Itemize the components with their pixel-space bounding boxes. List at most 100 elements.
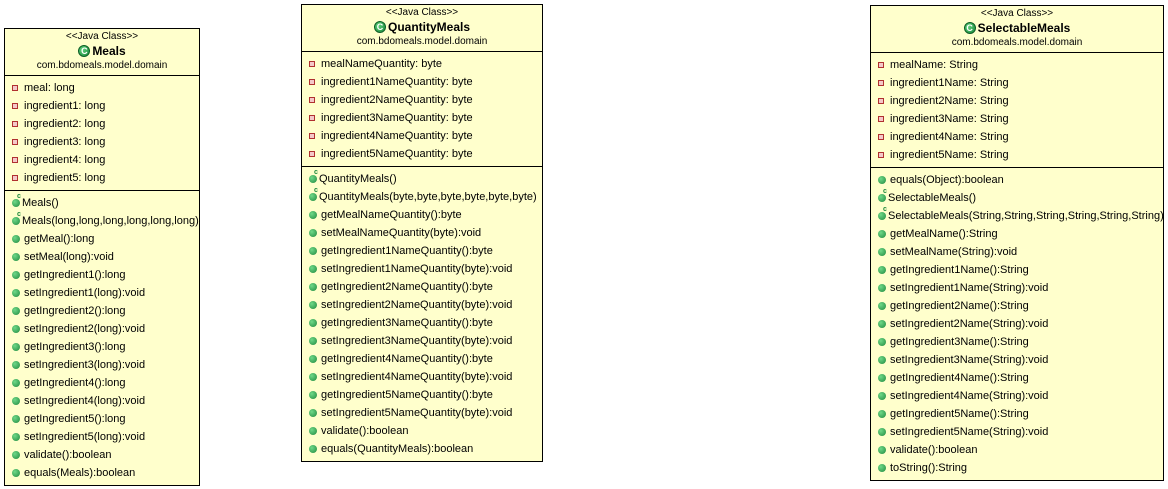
attribute-row[interactable]: ingredient2: long <box>12 115 199 133</box>
method-row[interactable]: equals(Object):boolean <box>878 171 1163 189</box>
private-field-icon <box>309 151 315 157</box>
method-row[interactable]: getIngredient3NameQuantity():byte <box>309 314 542 332</box>
private-field-icon <box>878 134 884 140</box>
method-row[interactable]: getIngredient3Name():String <box>878 333 1163 351</box>
method-row[interactable]: setIngredient3Name(String):void <box>878 351 1163 369</box>
method-row[interactable]: setIngredient2(long):void <box>12 320 199 338</box>
operation-text: equals(Object):boolean <box>890 174 1004 186</box>
public-method-icon <box>309 211 317 219</box>
class-selectable-meals[interactable]: <<Java Class>> C SelectableMeals com.bdo… <box>870 5 1164 481</box>
public-method-icon <box>309 229 317 237</box>
class-name: Meals <box>92 44 126 58</box>
method-row[interactable]: setIngredient5Name(String):void <box>878 423 1163 441</box>
attribute-row[interactable]: ingredient3: long <box>12 133 199 151</box>
method-row[interactable]: getIngredient1Name():String <box>878 261 1163 279</box>
constructor-row[interactable]: c Meals() <box>12 193 199 212</box>
constructor-mark-icon: c <box>883 188 887 195</box>
class-meals[interactable]: <<Java Class>> C Meals com.bdomeals.mode… <box>4 28 200 486</box>
method-row[interactable]: setIngredient4(long):void <box>12 392 199 410</box>
method-row[interactable]: getIngredient2Name():String <box>878 297 1163 315</box>
method-row[interactable]: getIngredient3():long <box>12 338 199 356</box>
method-row[interactable]: getIngredient4():long <box>12 374 199 392</box>
method-row[interactable]: getMealNameQuantity():byte <box>309 206 542 224</box>
method-row[interactable]: getIngredient1NameQuantity():byte <box>309 242 542 260</box>
method-row[interactable]: setMealNameQuantity(byte):void <box>309 224 542 242</box>
attribute-row[interactable]: ingredient3Name: String <box>878 110 1163 128</box>
method-row[interactable]: getIngredient1():long <box>12 266 199 284</box>
method-row[interactable]: getIngredient5Name():String <box>878 405 1163 423</box>
constructor-icon: c <box>12 193 21 207</box>
class-quantity-meals[interactable]: <<Java Class>> C QuantityMeals com.bdome… <box>301 4 543 462</box>
attribute-row[interactable]: ingredient1Name: String <box>878 74 1163 92</box>
method-row[interactable]: setIngredient1Name(String):void <box>878 279 1163 297</box>
attribute-row[interactable]: mealName: String <box>878 56 1163 74</box>
attribute-row[interactable]: meal: long <box>12 79 199 97</box>
method-row[interactable]: setMealName(String):void <box>878 243 1163 261</box>
attribute-row[interactable]: mealNameQuantity: byte <box>309 55 542 73</box>
method-row[interactable]: equals(Meals):boolean <box>12 464 199 482</box>
method-row[interactable]: getMealName():String <box>878 225 1163 243</box>
attribute-text: meal: long <box>24 82 75 94</box>
method-row[interactable]: setMeal(long):void <box>12 248 199 266</box>
method-row[interactable]: setIngredient4NameQuantity(byte):void <box>309 368 542 386</box>
operation-text: validate():boolean <box>24 449 112 461</box>
operation-text: QuantityMeals() <box>319 173 397 185</box>
method-row[interactable]: getIngredient2NameQuantity():byte <box>309 278 542 296</box>
attribute-row[interactable]: ingredient3NameQuantity: byte <box>309 109 542 127</box>
constructor-row[interactable]: c SelectableMeals(String,String,String,St… <box>878 206 1164 225</box>
public-method-icon <box>12 271 20 279</box>
operation-text: setIngredient4Name(String):void <box>890 390 1049 402</box>
attribute-row[interactable]: ingredient1NameQuantity: byte <box>309 73 542 91</box>
attribute-row[interactable]: ingredient4NameQuantity: byte <box>309 127 542 145</box>
attribute-row[interactable]: ingredient4Name: String <box>878 128 1163 146</box>
method-row[interactable]: setIngredient4Name(String):void <box>878 387 1163 405</box>
attribute-text: ingredient5NameQuantity: byte <box>321 148 473 160</box>
class-name-row: C QuantityMeals <box>304 19 540 35</box>
attribute-row[interactable]: ingredient1: long <box>12 97 199 115</box>
attribute-text: ingredient2: long <box>24 118 106 130</box>
private-field-icon <box>12 157 18 163</box>
public-method-icon <box>878 284 886 292</box>
method-row[interactable]: setIngredient2Name(String):void <box>878 315 1163 333</box>
method-row[interactable]: getIngredient4Name():String <box>878 369 1163 387</box>
public-method-icon <box>12 253 20 261</box>
attribute-row[interactable]: ingredient4: long <box>12 151 199 169</box>
constructor-row[interactable]: c SelectableMeals() <box>878 188 1163 207</box>
method-row[interactable]: setIngredient3NameQuantity(byte):void <box>309 332 542 350</box>
method-row[interactable]: setIngredient1(long):void <box>12 284 199 302</box>
attribute-row[interactable]: ingredient5: long <box>12 169 199 187</box>
constructor-icon: c <box>12 211 21 225</box>
operation-text: getIngredient4NameQuantity():byte <box>321 353 493 365</box>
attribute-row[interactable]: ingredient5Name: String <box>878 146 1163 164</box>
constructor-row[interactable]: c QuantityMeals() <box>309 169 542 188</box>
method-row[interactable]: toString():String <box>878 459 1163 477</box>
operation-text: getIngredient4Name():String <box>890 372 1029 384</box>
method-row[interactable]: validate():boolean <box>309 422 542 440</box>
operation-text: getMealName():String <box>890 228 998 240</box>
public-method-icon <box>309 445 317 453</box>
method-row[interactable]: getIngredient5():long <box>12 410 199 428</box>
public-method-icon <box>12 289 20 297</box>
operation-text: Meals() <box>22 197 59 209</box>
method-row[interactable]: equals(QuantityMeals):boolean <box>309 440 542 458</box>
method-row[interactable]: setIngredient5(long):void <box>12 428 199 446</box>
method-row[interactable]: getIngredient4NameQuantity():byte <box>309 350 542 368</box>
attribute-row[interactable]: ingredient2NameQuantity: byte <box>309 91 542 109</box>
method-row[interactable]: validate():boolean <box>878 441 1163 459</box>
method-row[interactable]: setIngredient2NameQuantity(byte):void <box>309 296 542 314</box>
method-row[interactable]: setIngredient1NameQuantity(byte):void <box>309 260 542 278</box>
method-row[interactable]: setIngredient5NameQuantity(byte):void <box>309 404 542 422</box>
method-row[interactable]: getMeal():long <box>12 230 199 248</box>
method-row[interactable]: getIngredient5NameQuantity():byte <box>309 386 542 404</box>
constructor-row[interactable]: c QuantityMeals(byte,byte,byte,byte,byte,… <box>309 187 542 206</box>
constructor-row[interactable]: c Meals(long,long,long,long,long,long) <box>12 211 199 230</box>
method-row[interactable]: setIngredient3(long):void <box>12 356 199 374</box>
method-row[interactable]: validate():boolean <box>12 446 199 464</box>
attribute-text: ingredient5: long <box>24 172 106 184</box>
method-row[interactable]: getIngredient2():long <box>12 302 199 320</box>
attribute-row[interactable]: ingredient5NameQuantity: byte <box>309 145 542 163</box>
attribute-row[interactable]: ingredient2Name: String <box>878 92 1163 110</box>
class-header: <<Java Class>> C QuantityMeals com.bdome… <box>302 5 542 51</box>
operation-text: setIngredient2NameQuantity(byte):void <box>321 299 513 311</box>
operation-text: getIngredient1NameQuantity():byte <box>321 245 493 257</box>
